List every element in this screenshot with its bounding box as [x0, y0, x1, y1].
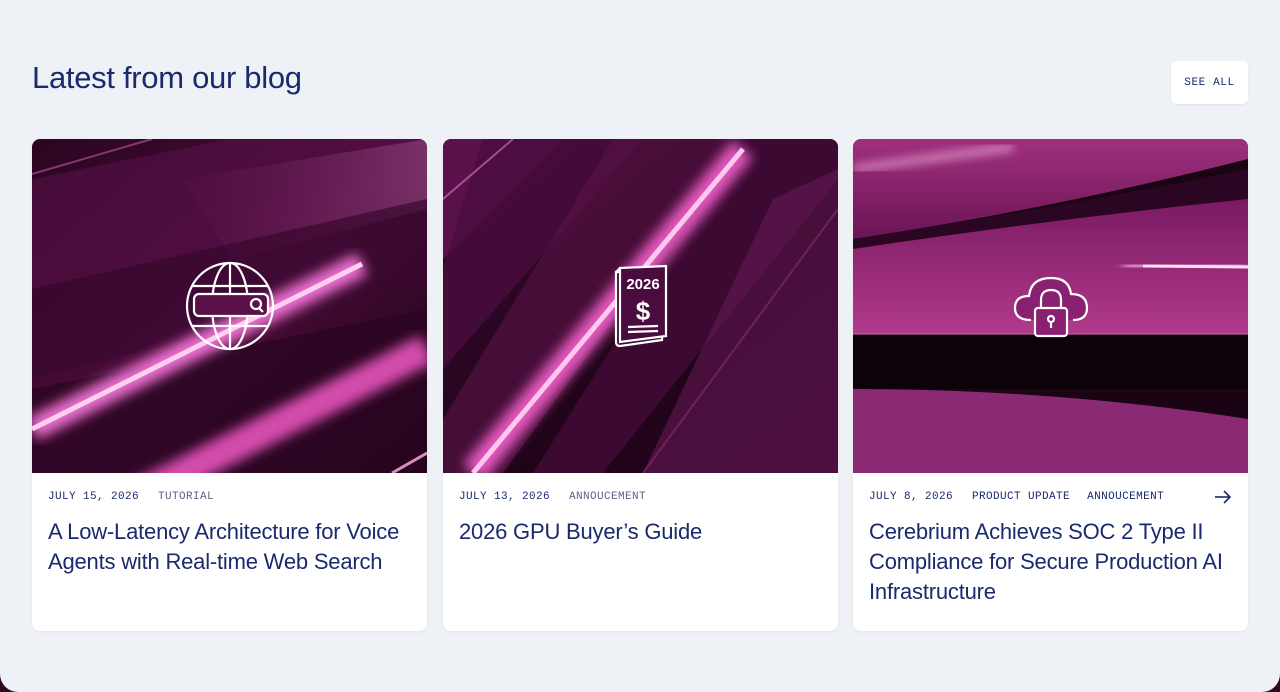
arrow-right-icon[interactable] [1214, 489, 1232, 505]
card-image [853, 139, 1248, 473]
section-title: Latest from our blog [32, 60, 302, 95]
post-meta: JULY 15, 2026 TUTORIAL [48, 491, 411, 507]
see-all-button[interactable]: SEE ALL [1171, 61, 1248, 104]
post-tag[interactable]: ANNOUCEMENT [569, 491, 646, 503]
post-date: JULY 13, 2026 [459, 491, 551, 503]
post-title[interactable]: Cerebrium Achieves SOC 2 Type II Complia… [869, 517, 1234, 607]
post-title[interactable]: A Low-Latency Architecture for Voice Age… [48, 517, 413, 577]
book-year: 2026 [626, 276, 659, 293]
card-image: 2026 $ [443, 139, 838, 473]
post-meta: JULY 8, 2026 PRODUCT UPDATE ANNOUCEMENT [869, 489, 1232, 507]
blog-card[interactable]: JULY 8, 2026 PRODUCT UPDATE ANNOUCEMENT … [853, 139, 1248, 631]
cloud-lock-icon [1013, 276, 1088, 338]
svg-text:$: $ [635, 296, 650, 326]
post-tag[interactable]: TUTORIAL [158, 491, 214, 503]
blog-card[interactable]: JULY 15, 2026 TUTORIAL A Low-Latency Arc… [32, 139, 427, 631]
book-dollar-icon: 2026 $ [614, 264, 667, 348]
post-date: JULY 15, 2026 [48, 491, 140, 503]
blog-section: Latest from our blog SEE ALL JULY 15, 20… [0, 0, 1280, 692]
card-image [32, 139, 427, 473]
post-tag[interactable]: PRODUCT UPDATE [972, 491, 1070, 503]
post-title[interactable]: 2026 GPU Buyer’s Guide [459, 517, 824, 547]
post-date: JULY 8, 2026 [869, 491, 954, 503]
post-tag[interactable]: ANNOUCEMENT [1087, 491, 1164, 503]
blog-card[interactable]: 2026 $ JULY 13, 2026 ANNOUCEMENT 2026 GP… [443, 139, 838, 631]
post-meta: JULY 13, 2026 ANNOUCEMENT [459, 491, 822, 507]
globe-search-icon [185, 261, 274, 351]
